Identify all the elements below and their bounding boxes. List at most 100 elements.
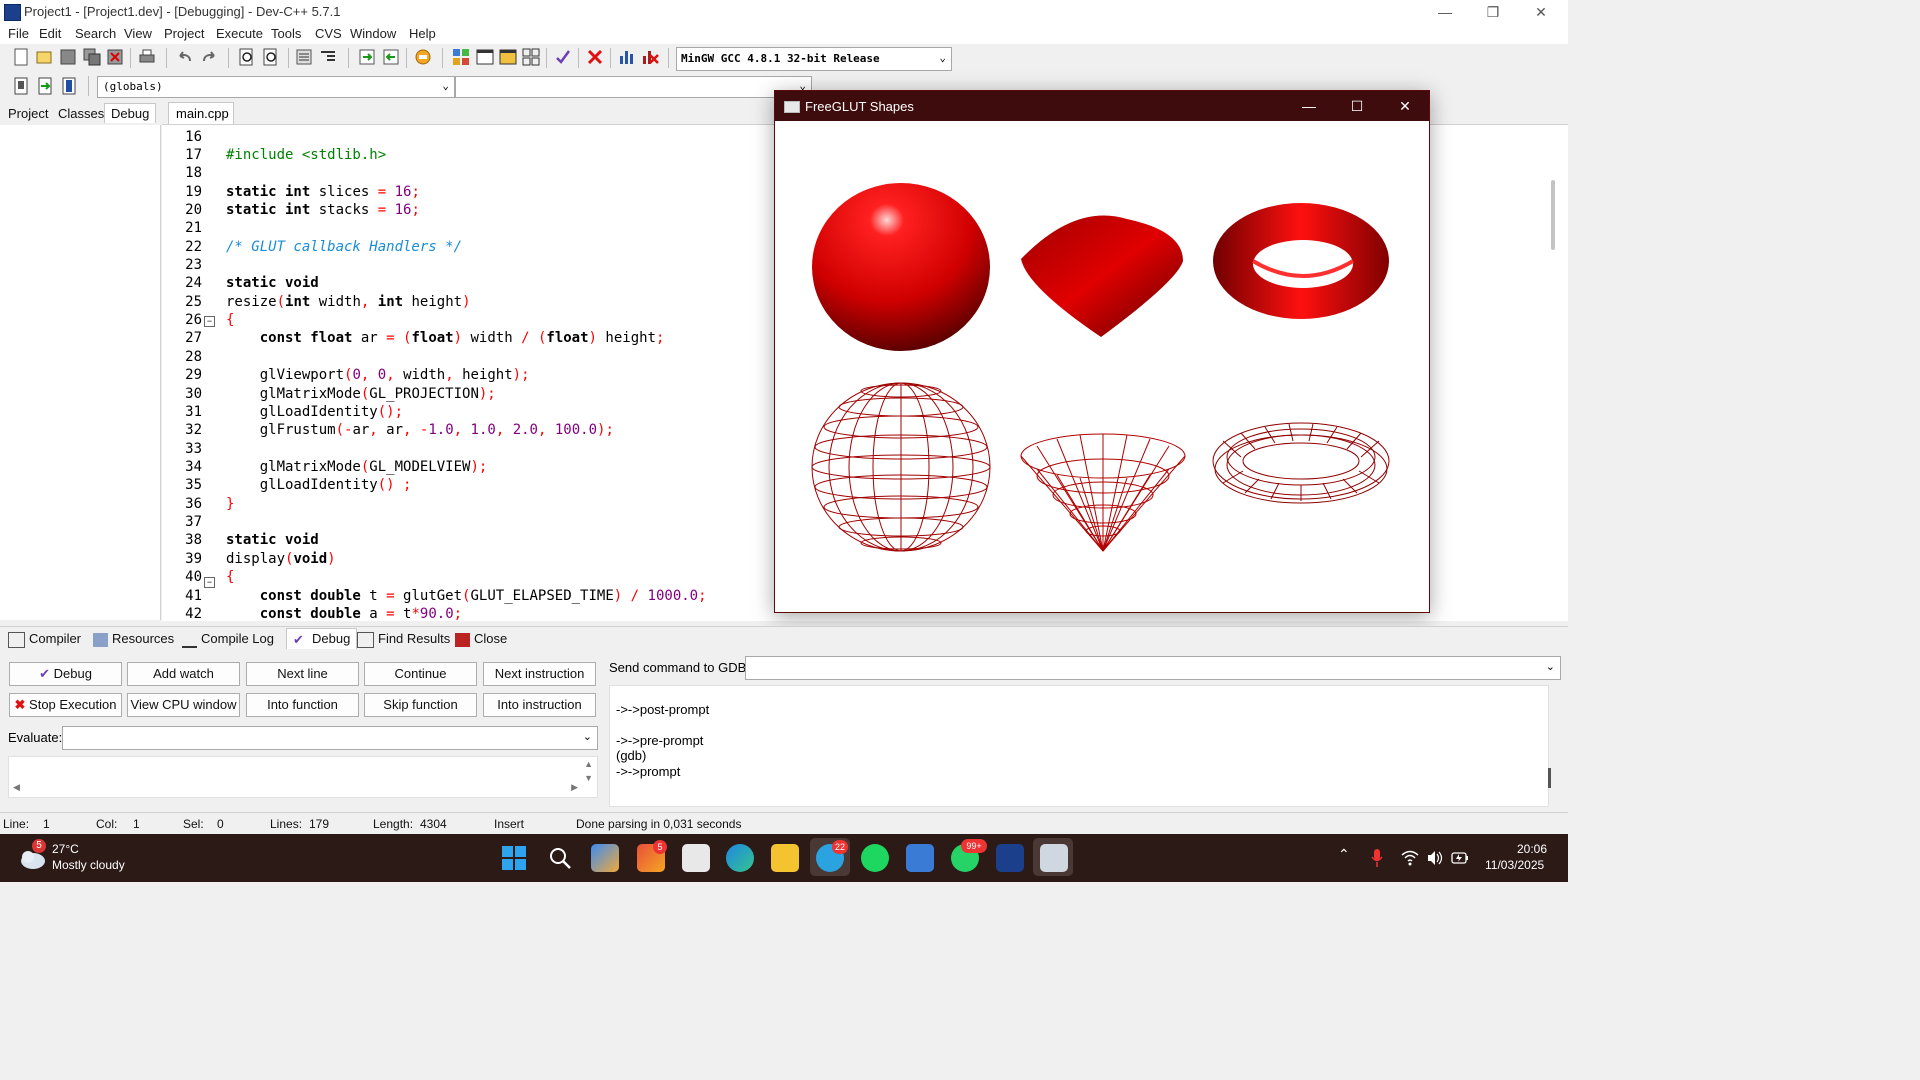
debug-check-icon[interactable] [554, 48, 572, 66]
menu-tools[interactable]: Tools [271, 26, 301, 41]
menu-help[interactable]: Help [409, 26, 436, 41]
menu-search[interactable]: Search [75, 26, 116, 41]
minimize-button[interactable]: — [1422, 0, 1468, 24]
menu-project[interactable]: Project [164, 26, 204, 41]
goto-bookmark-icon[interactable] [60, 77, 78, 95]
menu-window[interactable]: Window [350, 26, 396, 41]
into-instruction-button[interactable]: Into instruction [483, 693, 596, 717]
chevron-up-icon[interactable]: ⌃ [1338, 846, 1350, 863]
save-icon[interactable] [59, 48, 77, 66]
tab-compile-log[interactable]: Compile Log [182, 631, 274, 648]
stop-execution-icon[interactable] [586, 48, 604, 66]
windows-start-icon[interactable] [502, 846, 526, 870]
menu-file[interactable]: File [8, 26, 29, 41]
gdb-command-input[interactable]: ⌄ [745, 656, 1561, 680]
globals-select[interactable]: (globals) ⌄ [97, 76, 455, 98]
print-icon[interactable] [138, 48, 156, 66]
close-file-icon[interactable] [106, 48, 124, 66]
bookmark-icon[interactable] [414, 48, 432, 66]
find-icon[interactable] [238, 48, 256, 66]
indent-icon[interactable] [295, 48, 313, 66]
compile-icon[interactable] [452, 48, 470, 66]
scroll-up-icon[interactable]: ▲ [584, 759, 593, 769]
skip-function-button[interactable]: Skip function [364, 693, 477, 717]
next-line-button[interactable]: Next line [246, 662, 359, 686]
close-button[interactable]: ✕ [1518, 0, 1564, 24]
freeglut-taskbar-icon[interactable] [1040, 844, 1068, 872]
tab-debug-output[interactable]: ✔ Debug [286, 628, 358, 649]
microphone-icon[interactable] [1370, 848, 1384, 868]
spotify-icon[interactable] [861, 844, 889, 872]
scroll-down-icon[interactable]: ▼ [584, 773, 593, 783]
profile-icon[interactable] [618, 48, 636, 66]
restore-button[interactable]: ❐ [1470, 0, 1516, 24]
compiler-select[interactable]: MinGW GCC 4.8.1 32-bit Release ⌄ [676, 47, 952, 71]
wifi-icon[interactable] [1401, 850, 1419, 866]
continue-button[interactable]: Continue [364, 662, 477, 686]
freeglut-close-button[interactable]: ✕ [1381, 91, 1429, 121]
clock-date[interactable]: 11/03/2025 [1485, 858, 1544, 872]
scroll-left-icon[interactable]: ◀ [13, 782, 20, 793]
menu-cvs[interactable]: CVS [315, 26, 342, 41]
photos-icon[interactable]: 5 [637, 840, 667, 872]
tab-close[interactable]: Close [455, 631, 507, 647]
unindent-icon[interactable] [319, 48, 337, 66]
next-instruction-button[interactable]: Next instruction [483, 662, 596, 686]
debug-button[interactable]: ✔ Debug [9, 662, 122, 686]
menu-execute[interactable]: Execute [216, 26, 263, 41]
scroll-right-icon[interactable]: ▶ [571, 782, 578, 793]
freeglut-minimize-button[interactable]: — [1285, 91, 1333, 121]
delete-profile-icon[interactable] [641, 48, 659, 66]
copilot-icon[interactable] [591, 844, 619, 872]
new-file-icon[interactable] [12, 48, 30, 66]
tab-resources[interactable]: Resources [93, 631, 174, 647]
add-watch-button[interactable]: Add watch [127, 662, 240, 686]
members-select[interactable]: ⌄ [455, 76, 812, 98]
menu-view[interactable]: View [124, 26, 152, 41]
debug-watch-panel[interactable] [0, 125, 161, 620]
tab-compiler[interactable]: Compiler [8, 631, 81, 648]
tab-classes[interactable]: Classes [58, 106, 104, 121]
devcpp-taskbar-icon[interactable] [996, 844, 1024, 872]
undo-icon[interactable] [176, 48, 194, 66]
fold-toggle[interactable]: − [204, 316, 215, 327]
volume-icon[interactable] [1426, 850, 1444, 866]
edge-icon[interactable] [726, 844, 754, 872]
file-explorer-icon[interactable] [771, 844, 799, 872]
weather-widget[interactable]: 5 [18, 839, 46, 871]
whatsapp-icon[interactable]: 99+ [951, 839, 987, 872]
goto-next-icon[interactable] [358, 48, 376, 66]
into-function-button[interactable]: Into function [246, 693, 359, 717]
telegram-icon[interactable]: 22 [816, 840, 848, 872]
goto-prev-icon[interactable] [382, 48, 400, 66]
battery-icon[interactable] [1451, 850, 1469, 866]
insert-icon[interactable] [12, 77, 30, 95]
freeglut-title-bar[interactable]: FreeGLUT Shapes — ☐ ✕ [775, 91, 1429, 121]
gdb-output-scrollbar[interactable] [1548, 768, 1551, 788]
tab-main-cpp[interactable]: main.cpp [168, 102, 234, 125]
editor-scrollbar-thumb[interactable] [1551, 180, 1555, 250]
evaluate-hscrollbar[interactable]: ◀ ▶ [8, 782, 578, 796]
redo-icon[interactable] [200, 48, 218, 66]
store-icon[interactable] [682, 844, 710, 872]
freeglut-window[interactable]: FreeGLUT Shapes — ☐ ✕ [774, 90, 1430, 613]
rebuild-icon[interactable] [522, 48, 540, 66]
evaluate-input[interactable]: ⌄ [62, 726, 598, 750]
menu-edit[interactable]: Edit [39, 26, 61, 41]
freeglut-maximize-button[interactable]: ☐ [1333, 91, 1381, 121]
clock-time[interactable]: 20:06 [1517, 842, 1547, 856]
save-all-icon[interactable] [83, 48, 101, 66]
run-icon[interactable] [476, 48, 494, 66]
toggle-bookmark-icon[interactable] [36, 77, 54, 95]
stop-execution-button[interactable]: ✖ Stop Execution [9, 693, 122, 717]
fold-toggle[interactable]: − [204, 577, 215, 588]
search-icon[interactable] [548, 846, 572, 870]
tab-find-results[interactable]: Find Results [357, 631, 450, 648]
replace-icon[interactable] [262, 48, 280, 66]
tab-project[interactable]: Project [8, 106, 48, 121]
compile-run-icon[interactable] [499, 48, 517, 66]
view-cpu-window-button[interactable]: View CPU window [127, 693, 240, 717]
photos-app-icon[interactable] [906, 844, 934, 872]
open-file-icon[interactable] [35, 48, 53, 66]
tab-debug[interactable]: Debug [104, 103, 157, 123]
